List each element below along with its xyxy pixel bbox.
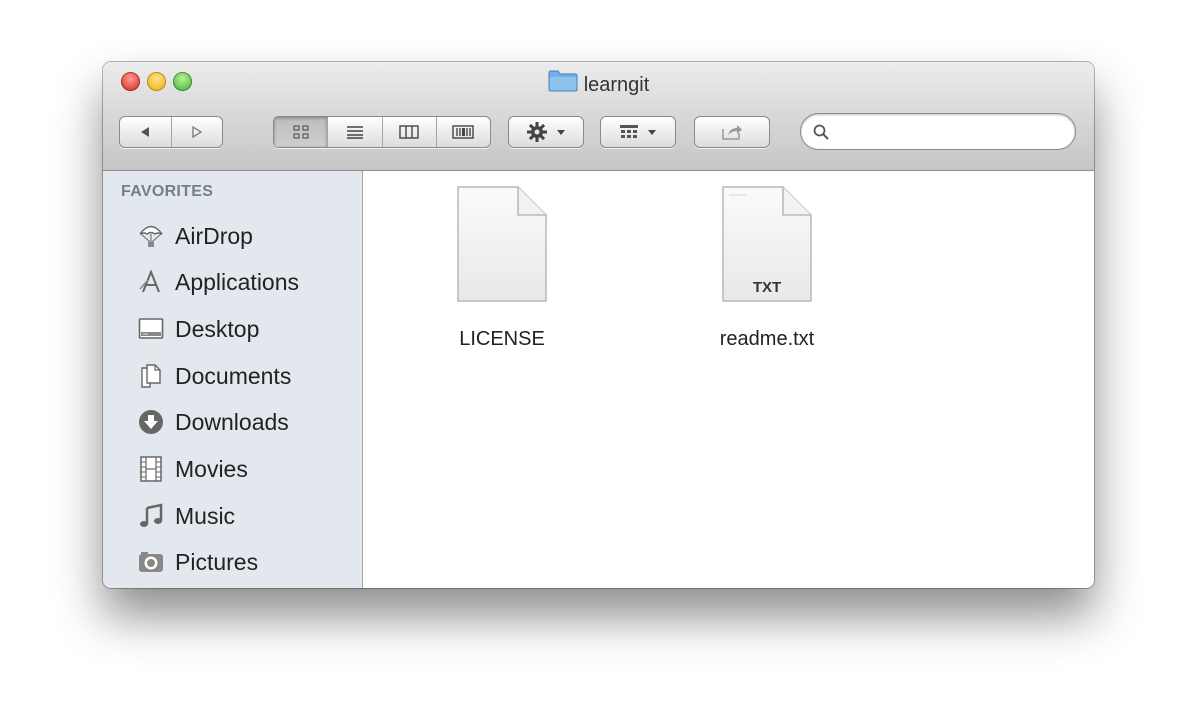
downloads-icon bbox=[137, 408, 165, 436]
forward-arrow-icon bbox=[192, 125, 202, 139]
text-document-icon: TXT bbox=[721, 185, 813, 308]
pictures-icon bbox=[137, 548, 165, 576]
sidebar-item-label: AirDrop bbox=[175, 222, 253, 249]
file-name: LICENSE bbox=[459, 328, 545, 350]
airdrop-icon bbox=[137, 222, 165, 250]
gear-icon bbox=[527, 122, 547, 142]
sidebar-item-music[interactable]: Music bbox=[137, 501, 235, 531]
chevron-down-icon bbox=[648, 130, 656, 135]
movies-icon bbox=[137, 455, 165, 483]
view-switcher bbox=[273, 116, 491, 148]
nav-buttons bbox=[119, 116, 223, 148]
applications-icon bbox=[137, 268, 165, 296]
share-icon bbox=[722, 125, 742, 140]
sidebar-item-desktop[interactable]: Desktop bbox=[137, 314, 259, 344]
back-arrow-icon bbox=[141, 127, 150, 137]
arrange-button[interactable] bbox=[600, 116, 676, 148]
arrange-icon bbox=[620, 125, 638, 138]
action-button[interactable] bbox=[508, 116, 584, 148]
sidebar-item-airdrop[interactable]: AirDrop bbox=[137, 221, 253, 251]
desktop-icon bbox=[137, 315, 165, 343]
music-icon bbox=[137, 502, 165, 530]
window-title-text: learngit bbox=[583, 73, 650, 96]
finder-window: learngit FAVORITES AirDrop Applications … bbox=[103, 62, 1094, 588]
sidebar-item-pictures[interactable]: Pictures bbox=[137, 547, 258, 577]
sidebar-item-movies[interactable]: Movies bbox=[137, 454, 248, 484]
columns-icon bbox=[399, 125, 419, 139]
column-view-button[interactable] bbox=[383, 117, 437, 147]
search-icon bbox=[813, 124, 829, 140]
document-icon bbox=[456, 185, 548, 308]
sidebar: FAVORITES AirDrop Applications Desktop D… bbox=[103, 171, 363, 588]
sidebar-item-label: Pictures bbox=[175, 548, 259, 575]
cover-flow-view-button[interactable] bbox=[437, 117, 490, 147]
list-icon bbox=[346, 126, 363, 139]
search-input[interactable] bbox=[837, 122, 1061, 141]
documents-icon bbox=[137, 362, 165, 390]
chevron-down-icon bbox=[557, 130, 565, 135]
sidebar-item-label: Documents bbox=[175, 362, 292, 389]
sidebar-item-applications[interactable]: Applications bbox=[137, 267, 299, 297]
sidebar-item-downloads[interactable]: Downloads bbox=[137, 407, 289, 437]
sidebar-item-label: Applications bbox=[175, 268, 300, 295]
back-button[interactable] bbox=[120, 117, 172, 147]
icon-view-button[interactable] bbox=[274, 117, 329, 147]
file-name: readme.txt bbox=[719, 328, 815, 350]
folder-icon bbox=[548, 70, 578, 99]
share-button[interactable] bbox=[694, 116, 770, 148]
sidebar-item-label: Movies bbox=[175, 455, 248, 482]
file-item-readme[interactable]: TXT readme.txt bbox=[682, 185, 852, 351]
window-title: learngit bbox=[103, 70, 1094, 99]
sidebar-item-label: Desktop bbox=[175, 315, 260, 342]
toolbar: learngit bbox=[103, 62, 1094, 171]
search-field[interactable] bbox=[800, 113, 1076, 150]
forward-button[interactable] bbox=[172, 117, 223, 147]
coverflow-icon bbox=[452, 125, 475, 139]
sidebar-item-label: Downloads bbox=[175, 408, 289, 435]
list-view-button[interactable] bbox=[328, 117, 383, 147]
sidebar-item-label: Music bbox=[175, 502, 236, 529]
grid-icon bbox=[293, 125, 309, 139]
file-item-license[interactable]: LICENSE bbox=[417, 185, 587, 351]
file-type-badge: TXT bbox=[752, 279, 782, 296]
file-browser: LICENSE TXT readme.txt bbox=[364, 171, 1094, 588]
sidebar-item-documents[interactable]: Documents bbox=[137, 361, 291, 391]
sidebar-heading: FAVORITES bbox=[121, 183, 214, 200]
